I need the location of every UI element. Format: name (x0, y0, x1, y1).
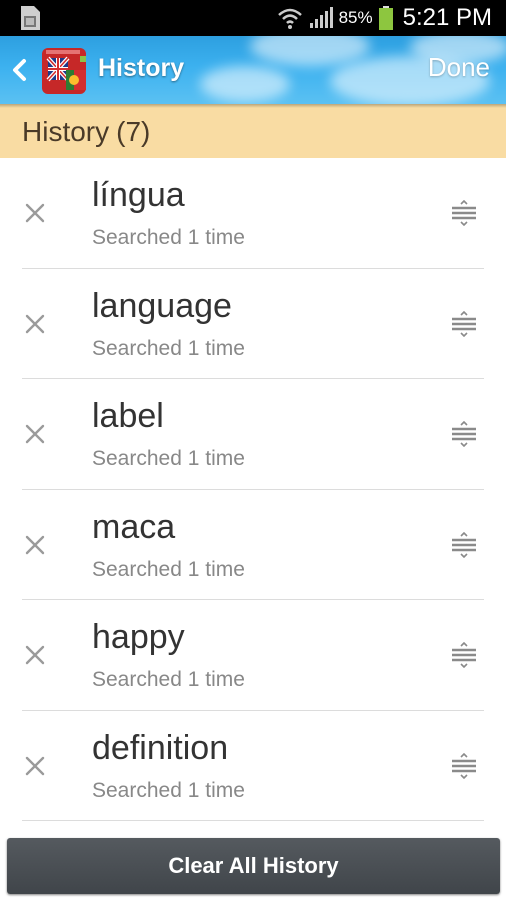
history-word: label (92, 397, 164, 435)
row-divider (22, 820, 484, 821)
dictionary-app-icon (42, 48, 86, 94)
wifi-icon (277, 8, 302, 29)
history-row[interactable]: língua Searched 1 time (0, 158, 506, 269)
battery-icon (378, 6, 393, 30)
history-meta: Searched 1 time (92, 447, 245, 470)
close-icon[interactable] (22, 421, 48, 447)
history-meta: Searched 1 time (92, 226, 245, 249)
history-row[interactable]: language Searched 1 time (0, 269, 506, 379)
history-word: língua (92, 176, 185, 214)
clock: 5:21 PM (402, 4, 492, 31)
history-meta: Searched 1 time (92, 668, 245, 691)
history-row[interactable]: happy Searched 1 time (0, 600, 506, 711)
history-list: língua Searched 1 time language Searched… (0, 158, 506, 821)
drag-handle-icon[interactable] (450, 200, 478, 226)
clear-all-history-button[interactable]: Clear All History (7, 838, 500, 894)
page-title: History (98, 54, 185, 82)
history-row[interactable]: label Searched 1 time (0, 379, 506, 490)
history-word: language (92, 286, 232, 325)
drag-handle-icon[interactable] (450, 310, 478, 337)
history-word: happy (92, 618, 185, 656)
history-meta: Searched 1 time (92, 557, 245, 581)
history-word: maca (92, 507, 176, 546)
sim-card-icon (21, 6, 40, 30)
history-word: definition (92, 728, 229, 767)
close-icon[interactable] (22, 200, 48, 226)
history-meta: Searched 1 time (92, 778, 245, 802)
drag-handle-icon[interactable] (450, 752, 478, 779)
close-icon[interactable] (22, 311, 48, 337)
close-icon[interactable] (22, 642, 48, 668)
section-header: History (7) (0, 104, 506, 158)
close-icon[interactable] (22, 753, 48, 779)
history-meta: Searched 1 time (92, 336, 245, 360)
section-title-wrap: History (7) (22, 116, 150, 148)
history-count: (7) (116, 116, 151, 147)
history-row[interactable]: maca Searched 1 time (0, 490, 506, 600)
done-button[interactable]: Done (428, 52, 490, 83)
section-title: History (22, 116, 110, 147)
battery-percent: 85% (338, 8, 373, 27)
drag-handle-icon[interactable] (450, 642, 478, 668)
back-arrow-icon[interactable] (8, 54, 30, 86)
history-row[interactable]: definition Searched 1 time (0, 711, 506, 821)
drag-handle-icon[interactable] (450, 421, 478, 447)
action-bar: History Done (0, 36, 506, 104)
drag-handle-icon[interactable] (450, 531, 478, 558)
signal-icon (309, 7, 333, 28)
action-bar-shadow (0, 104, 506, 108)
close-icon[interactable] (22, 532, 48, 558)
status-bar: 85% 5:21 PM (0, 0, 506, 36)
